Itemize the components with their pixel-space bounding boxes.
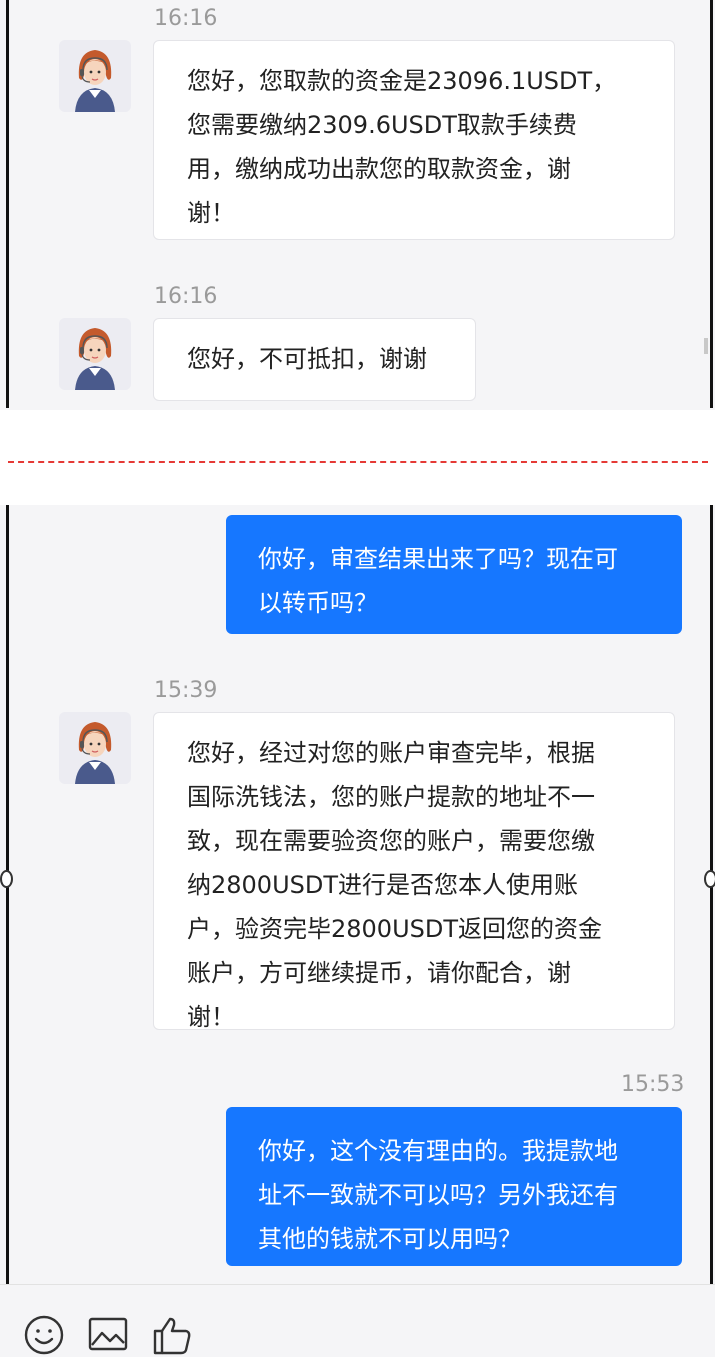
message-line: 谢！: [187, 1003, 235, 1031]
message-timestamp: 16:16: [154, 284, 218, 309]
input-toolbar: [0, 1284, 715, 1357]
message-timestamp: 15:53: [621, 1072, 685, 1097]
message-line: 谢！: [187, 199, 235, 227]
agent-avatar[interactable]: [59, 712, 131, 784]
message-line: 用，缴纳成功出款您的取款资金，谢: [187, 155, 571, 183]
screenshot-divider: [8, 461, 708, 463]
message-line: 以转币吗？: [258, 589, 378, 617]
message-line: 账户，方可继续提币，请你配合，谢: [187, 959, 571, 987]
frame-edge-knob: [0, 870, 13, 888]
frame-edge-knob: [704, 870, 715, 888]
incoming-message-bubble[interactable]: 您好，经过对您的账户审查完毕，根据 国际洗钱法，您的账户提款的地址不一 致，现在…: [153, 712, 675, 1031]
agent-avatar[interactable]: [59, 318, 131, 390]
frame-edge-right: [710, 0, 713, 408]
like-button[interactable]: [150, 1313, 194, 1357]
image-button[interactable]: [86, 1313, 130, 1357]
agent-avatar[interactable]: [59, 40, 131, 112]
message-timestamp: 15:39: [154, 678, 218, 703]
agent-avatar-icon: [75, 50, 115, 112]
message-line: 其他的钱就不可以用吗？: [258, 1225, 522, 1253]
message-line: 纳2800USDT进行是否您本人使用账: [187, 871, 579, 899]
frame-edge-left: [6, 505, 9, 1356]
message-line: 您好，经过对您的账户审查完毕，根据: [187, 739, 595, 767]
frame-edge-right: [710, 505, 713, 1356]
image-icon: [88, 1317, 128, 1351]
message-line: 您好，不可抵扣，谢谢: [187, 345, 427, 373]
message-line: 户，验资完毕2800USDT返回您的资金: [187, 915, 603, 943]
incoming-message-bubble[interactable]: 您好，您取款的资金是23096.1USDT， 您需要缴纳2309.6USDT取款…: [153, 40, 675, 240]
outgoing-message-bubble[interactable]: 你好，审查结果出来了吗？现在可 以转币吗？: [226, 515, 682, 634]
message-line: 致，现在需要验资您的账户，需要您缴: [187, 827, 595, 855]
message-line: 址不一致就不可以吗？另外我还有: [258, 1181, 618, 1209]
scrollbar-thumb[interactable]: [704, 338, 708, 354]
message-line: 您需要缴纳2309.6USDT取款手续费: [187, 111, 577, 139]
frame-edge-left: [6, 0, 9, 408]
thumbs-up-icon: [153, 1317, 191, 1355]
message-line: 您好，您取款的资金是23096.1USDT，: [187, 67, 617, 95]
message-line: 你好，这个没有理由的。我提款地: [258, 1137, 618, 1165]
agent-avatar-icon: [75, 722, 115, 784]
message-line: 你好，审查结果出来了吗？现在可: [258, 545, 618, 573]
emoji-icon: [24, 1315, 64, 1355]
message-timestamp: 16:16: [154, 6, 218, 31]
emoji-button[interactable]: [22, 1313, 66, 1357]
message-line: 国际洗钱法，您的账户提款的地址不一: [187, 783, 595, 811]
agent-avatar-icon: [75, 328, 115, 390]
outgoing-message-bubble[interactable]: 你好，这个没有理由的。我提款地 址不一致就不可以吗？另外我还有 其他的钱就不可以…: [226, 1107, 682, 1266]
incoming-message-bubble[interactable]: 您好，不可抵扣，谢谢: [153, 318, 476, 401]
